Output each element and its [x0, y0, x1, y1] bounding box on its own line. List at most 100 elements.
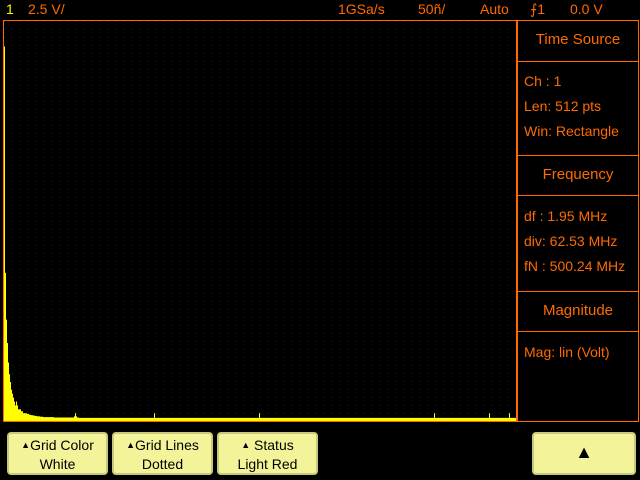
fft-bin — [258, 417, 259, 421]
menu-up-button[interactable]: ▲ — [532, 432, 636, 475]
fft-bin — [512, 417, 513, 421]
fft-bin — [161, 417, 162, 421]
fft-bin — [53, 417, 54, 421]
fft-bin — [299, 417, 300, 421]
volts-per-div: 2.5 V/ — [28, 1, 65, 17]
fft-bin — [237, 417, 238, 421]
fft-bin — [507, 417, 508, 421]
fft-bin — [446, 417, 447, 421]
fft-bin — [385, 417, 386, 421]
fft-bin — [453, 417, 454, 421]
channel-value: Ch : 1 — [524, 73, 562, 89]
fft-bin — [72, 417, 73, 421]
fft-bin — [471, 417, 472, 421]
fft-bin — [426, 417, 427, 421]
fft-bin — [256, 417, 257, 421]
fft-bin — [60, 417, 61, 421]
fft-bin — [88, 417, 89, 421]
fft-bin — [131, 417, 132, 421]
trigger-level: 0.0 V — [570, 1, 603, 17]
fft-bin — [4, 46, 5, 421]
fft-bin — [349, 417, 350, 421]
fft-bin — [308, 417, 309, 421]
fft-bin — [419, 417, 420, 421]
fft-bin — [340, 417, 341, 421]
fft-bin — [9, 374, 10, 421]
fft-bin — [168, 417, 169, 421]
fft-bin — [111, 417, 112, 421]
fft-bin — [354, 417, 355, 421]
fft-bin — [335, 417, 336, 421]
fft-bin — [157, 417, 158, 421]
grid-lines-button[interactable]: ▲Grid Lines Dotted — [112, 432, 213, 475]
frequency-title[interactable]: Frequency — [518, 166, 638, 183]
fft-bin — [86, 417, 87, 421]
fft-bin — [18, 409, 19, 421]
fft-bin — [415, 417, 416, 421]
fft-bin — [346, 417, 347, 421]
fft-bin — [295, 417, 296, 421]
fft-bin — [35, 415, 36, 421]
time-source-title[interactable]: Time Source — [518, 31, 638, 48]
fft-bin — [230, 417, 231, 421]
fft-bin — [491, 417, 492, 421]
fft-bin — [255, 417, 256, 421]
fft-bin — [484, 417, 485, 421]
fft-bin — [470, 417, 471, 421]
fft-bin — [345, 417, 346, 421]
fft-bin — [353, 417, 354, 421]
fft-bin — [152, 417, 153, 421]
fft-bin — [318, 417, 319, 421]
fft-bin — [125, 417, 126, 421]
fft-bin — [244, 417, 245, 421]
fft-bin — [380, 417, 381, 421]
fft-bin — [463, 417, 464, 421]
divider — [518, 195, 638, 196]
fft-bin — [370, 417, 371, 421]
fft-bin — [67, 417, 68, 421]
triangle-up-icon: ▲ — [241, 440, 251, 450]
fft-bin — [201, 417, 202, 421]
fft-bin — [281, 417, 282, 421]
fft-bin — [331, 417, 332, 421]
fft-bin — [321, 417, 322, 421]
fft-bin — [52, 417, 53, 421]
fft-bin — [395, 417, 396, 421]
fft-bin — [264, 417, 265, 421]
fft-bin — [78, 417, 79, 421]
fft-bin — [274, 417, 275, 421]
fft-bin — [443, 417, 444, 421]
fft-bin — [174, 417, 175, 421]
fft-bin — [271, 417, 272, 421]
fft-bin — [347, 417, 348, 421]
fft-bin — [194, 417, 195, 421]
fft-bin — [15, 405, 16, 421]
fft-bin — [437, 417, 438, 421]
fft-bin — [320, 417, 321, 421]
fft-bin — [515, 417, 516, 421]
fft-bin — [439, 417, 440, 421]
status-button[interactable]: ▲ Status Light Red — [217, 432, 318, 475]
fft-bin — [502, 417, 503, 421]
fft-bin — [217, 417, 218, 421]
fft-bin — [493, 417, 494, 421]
fft-bin — [181, 417, 182, 421]
fft-bin — [105, 417, 106, 421]
grid-color-button[interactable]: ▲Grid Color White — [7, 432, 108, 475]
magnitude-title[interactable]: Magnitude — [518, 302, 638, 319]
fft-bin — [205, 417, 206, 421]
fft-bin — [102, 417, 103, 421]
fft-bin — [503, 417, 504, 421]
fft-bin — [198, 417, 199, 421]
fft-bin — [422, 417, 423, 421]
fft-bin — [7, 343, 8, 421]
fft-bin — [171, 417, 172, 421]
fft-bin — [233, 417, 234, 421]
fft-bin — [387, 417, 388, 421]
fft-bin — [241, 417, 242, 421]
fft-bin — [388, 417, 389, 421]
fft-bin — [413, 417, 414, 421]
fft-bin — [337, 417, 338, 421]
fft-bin — [325, 417, 326, 421]
fft-bin — [79, 417, 80, 421]
